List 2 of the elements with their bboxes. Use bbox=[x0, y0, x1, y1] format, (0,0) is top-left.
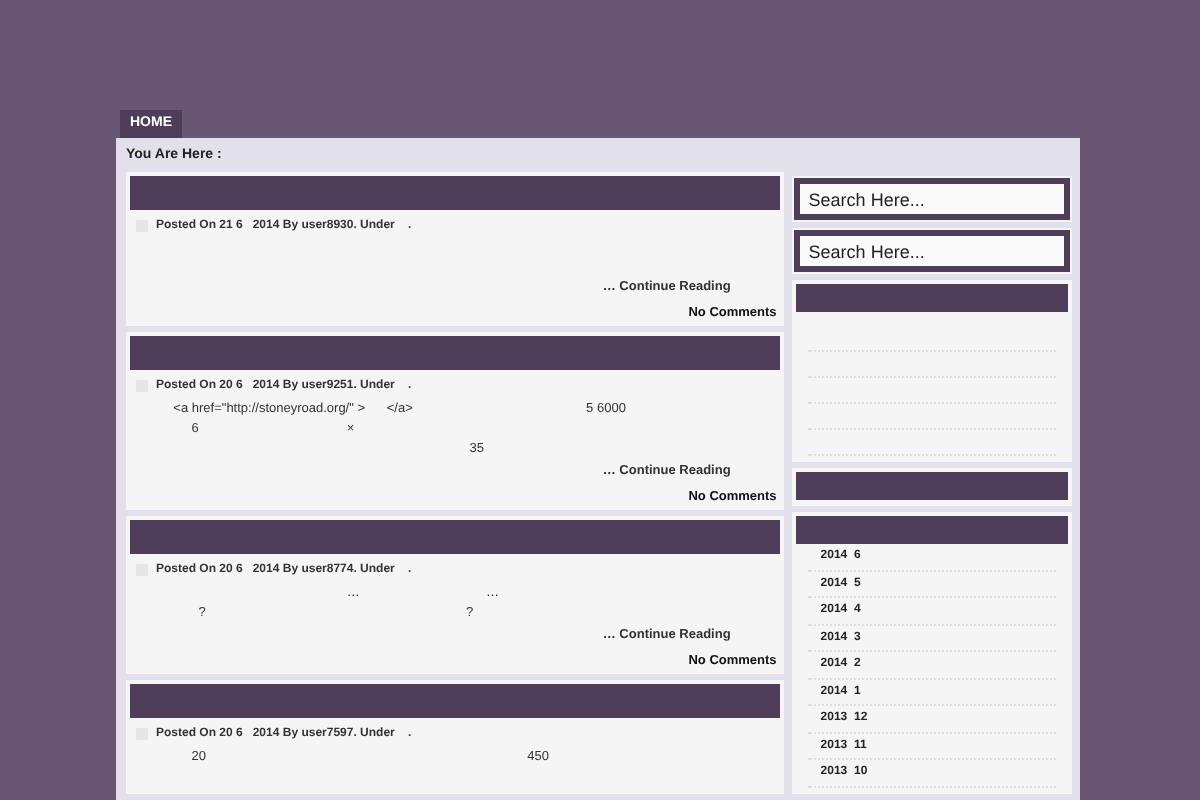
search-field[interactable]: Search Here... bbox=[794, 178, 1070, 220]
search-field[interactable]: Search Here... bbox=[794, 230, 1070, 272]
